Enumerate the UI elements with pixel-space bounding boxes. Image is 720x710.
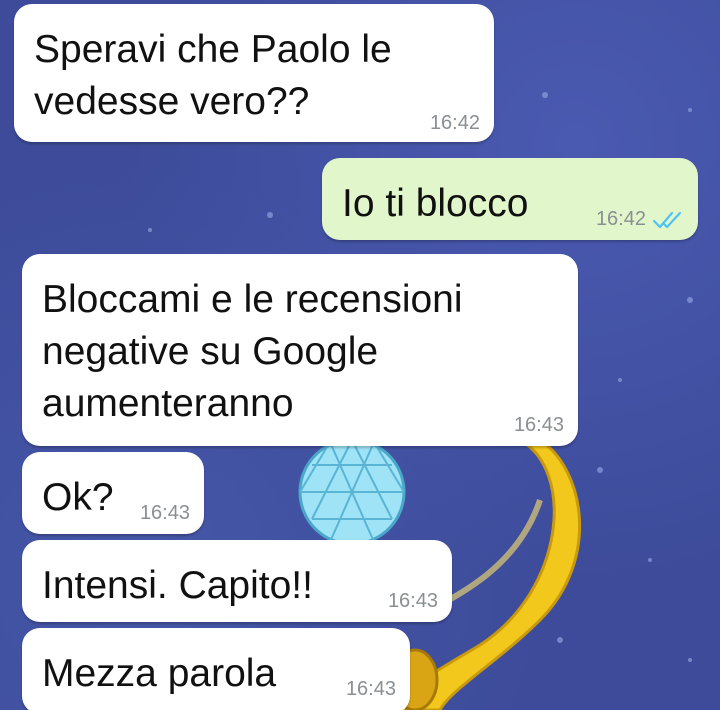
- message-bubble-incoming[interactable]: Mezza parola 16:43: [22, 628, 410, 710]
- message-bubble-outgoing[interactable]: Io ti blocco 16:42: [322, 158, 698, 240]
- message-timestamp: 16:42: [595, 208, 646, 230]
- message-timestamp: 16:42: [429, 112, 480, 134]
- message-bubble-incoming[interactable]: Bloccami e le recensioni negative su Goo…: [22, 254, 578, 446]
- double-check-icon: [652, 211, 682, 229]
- message-bubble-incoming[interactable]: Speravi che Paolo le vedesse vero?? 16:4…: [14, 4, 494, 142]
- message-bubble-incoming[interactable]: Intensi. Capito!! 16:43: [22, 540, 452, 622]
- message-text: Speravi che Paolo le vedesse vero??: [34, 28, 392, 123]
- message-text: Io ti blocco: [342, 182, 529, 225]
- message-timestamp: 16:43: [139, 502, 190, 524]
- message-timestamp: 16:43: [345, 678, 396, 700]
- message-bubble-incoming[interactable]: Ok? 16:43: [22, 452, 204, 534]
- message-text: Bloccami e le recensioni negative su Goo…: [42, 278, 463, 425]
- message-timestamp: 16:43: [513, 414, 564, 436]
- message-text: Ok?: [42, 476, 114, 519]
- message-text: Mezza parola: [42, 652, 277, 695]
- message-text: Intensi. Capito!!: [42, 564, 313, 607]
- message-timestamp: 16:43: [387, 590, 438, 612]
